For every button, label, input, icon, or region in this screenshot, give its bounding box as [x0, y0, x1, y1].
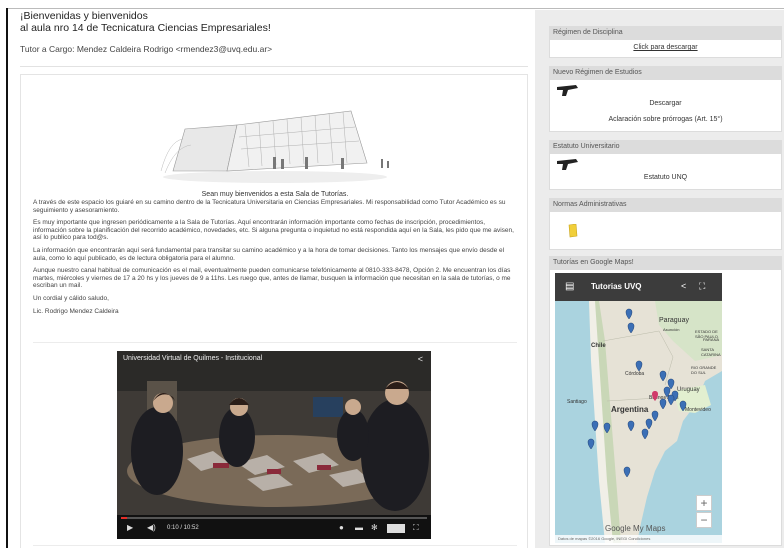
map-marker-icon[interactable]	[659, 398, 667, 410]
youtube-logo-icon[interactable]	[387, 524, 405, 533]
paragraph: A través de este espacio los guiaré en s…	[33, 199, 506, 214]
top-divider	[6, 8, 784, 9]
panel-estatuto: Estatuto Universitario Estatuto UNQ	[549, 140, 782, 190]
estatuto-link[interactable]: Estatuto UNQ	[550, 154, 781, 181]
gun-icon	[557, 159, 578, 170]
video-title: Universidad Virtual de Quilmes - Institu…	[123, 355, 263, 362]
video-frame	[117, 351, 431, 515]
panel-header: Nuevo Régimen de Estudios	[549, 66, 782, 80]
map-marker-icon[interactable]	[679, 400, 687, 412]
campus-building-image	[155, 103, 405, 185]
gun-icon	[557, 85, 578, 96]
map-marker-icon[interactable]	[659, 370, 667, 382]
tutor-line: Tutor a Cargo: Mendez Caldeira Rodrigo <…	[20, 44, 273, 54]
panel-header: Tutorías en Google Maps!	[549, 256, 782, 270]
captions-icon[interactable]: ▬	[355, 523, 363, 533]
map-marker-icon[interactable]	[645, 418, 653, 430]
paragraph: Es muy importante que ingresen periódica…	[33, 219, 514, 242]
settings-icon[interactable]: ✻	[371, 523, 378, 533]
main-content: ¡Bienvenidas y bienvenidos al aula nro 1…	[20, 10, 530, 548]
divider	[33, 342, 517, 343]
left-divider	[6, 8, 8, 548]
map-marker-icon[interactable]	[652, 391, 658, 401]
divider	[33, 545, 517, 546]
paragraph: Un cordial y cálido saludo,	[33, 294, 109, 302]
page-title: ¡Bienvenidas y bienvenidos al aula nro 1…	[20, 10, 271, 34]
fullscreen-icon[interactable]: ⛶	[413, 523, 419, 533]
volume-icon[interactable]: ◀)	[147, 523, 156, 533]
divider	[20, 66, 528, 67]
panel-header: Estatuto Universitario	[549, 140, 782, 154]
map-marker-icon[interactable]	[603, 422, 611, 434]
signature: Lic. Rodrigo Mendez Caldeira	[33, 307, 119, 315]
map-attribution: Datos de mapas ©2016 Google, INEGI Condi…	[555, 535, 722, 543]
map-marker-icon[interactable]	[625, 308, 633, 320]
panel-normas: Normas Administrativas	[549, 198, 782, 250]
note-icon[interactable]	[568, 224, 578, 238]
map-marker-icon[interactable]	[651, 410, 659, 422]
watch-later-icon[interactable]: ●	[339, 523, 344, 533]
panel-nuevo-regimen: Nuevo Régimen de Estudios Descargar Acla…	[549, 66, 782, 132]
map-marker-icon[interactable]	[627, 322, 635, 334]
video-progress-fill	[121, 517, 128, 519]
paragraph: Aunque nuestro canal habitual de comunic…	[33, 267, 511, 290]
google-my-maps-logo: Google My Maps	[605, 524, 666, 533]
panel-header: Régimen de Disciplina	[549, 26, 782, 40]
map-marker-icon[interactable]	[627, 420, 635, 432]
video-progress-bar[interactable]	[121, 517, 427, 519]
map-marker-icon[interactable]	[623, 466, 631, 478]
play-icon[interactable]: ▶	[127, 523, 133, 533]
zoom-in-button[interactable]: +	[696, 495, 712, 511]
paragraph: La información que encontrarán aquí será…	[33, 246, 505, 262]
panel-regimen-disciplina: Régimen de Disciplina Click para descarg…	[549, 26, 782, 58]
video-time: 0:10 / 10:52	[167, 525, 199, 531]
welcome-card: Sean muy bienvenidos a esta Sala de Tuto…	[20, 74, 528, 548]
download-link[interactable]: Click para descargar	[550, 44, 781, 51]
sidebar: Régimen de Disciplina Click para descarg…	[535, 10, 784, 548]
welcome-body: A través de este espacio los guiaré en s…	[33, 199, 517, 320]
download-link[interactable]: Descargar	[550, 80, 781, 107]
map-marker-icon[interactable]	[591, 420, 599, 432]
map-marker-icon[interactable]	[635, 360, 643, 372]
share-icon[interactable]: <	[418, 354, 423, 364]
google-map[interactable]: ▤ Tutorias UVQ < ⛶ Paraguay Asunción EST…	[555, 273, 722, 543]
zoom-out-button[interactable]: −	[696, 512, 712, 528]
prorrogas-link[interactable]: Aclaración sobre prórrogas (Art. 15°)	[550, 107, 781, 123]
welcome-message: Sean muy bienvenidos a esta Sala de Tuto…	[201, 191, 349, 198]
map-marker-icon[interactable]	[667, 394, 675, 406]
map-marker-icon[interactable]	[641, 428, 649, 440]
video-player[interactable]: Universidad Virtual de Quilmes - Institu…	[117, 351, 431, 539]
panel-header: Normas Administrativas	[549, 198, 782, 212]
map-marker-icon[interactable]	[587, 438, 595, 450]
panel-google-maps: Tutorías en Google Maps! ▤ Tutorias UVQ …	[549, 256, 782, 546]
video-controls: ▶ ◀) 0:10 / 10:52 ● ▬ ✻ ⛶	[117, 515, 431, 539]
